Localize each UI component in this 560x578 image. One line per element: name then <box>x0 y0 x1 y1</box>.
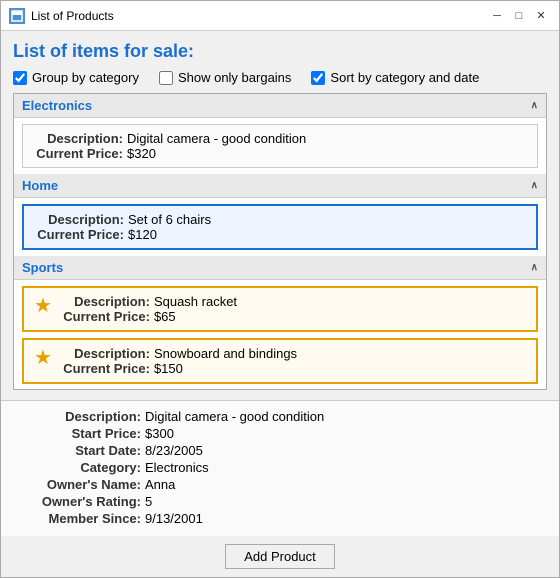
detail-start-date-label: Start Date: <box>41 443 141 458</box>
product-item-inner-squash: ★ Description: Squash racket Current Pri… <box>34 294 526 324</box>
description-label-snowboard: Description: <box>60 346 150 361</box>
price-value-1: $320 <box>127 146 156 161</box>
detail-description-row: Description: Digital camera - good condi… <box>41 409 519 424</box>
collapse-electronics-icon: ∧ <box>531 100 538 111</box>
main-content: List of items for sale: Group by categor… <box>1 31 559 400</box>
price-value-snowboard: $150 <box>154 361 183 376</box>
collapse-home-icon: ∧ <box>531 180 538 191</box>
minimize-button[interactable]: ─ <box>487 6 507 26</box>
group-by-category-checkbox[interactable] <box>13 71 27 85</box>
detail-owners-rating-label: Owner's Rating: <box>41 494 141 509</box>
collapse-sports-icon: ∧ <box>531 262 538 273</box>
category-home: Home ∧ Description: Set of 6 chairs Curr… <box>14 174 546 250</box>
detail-owners-rating-value: 5 <box>145 494 152 509</box>
app-icon <box>9 8 25 24</box>
detail-member-since-label: Member Since: <box>41 511 141 526</box>
filter-bar: Group by category Show only bargains Sor… <box>13 70 547 85</box>
title-bar-left: List of Products <box>9 8 114 24</box>
detail-category-value: Electronics <box>145 460 209 475</box>
detail-description-value: Digital camera - good condition <box>145 409 324 424</box>
category-header-sports[interactable]: Sports ∧ <box>14 256 546 280</box>
add-product-button[interactable]: Add Product <box>225 544 335 569</box>
close-button[interactable]: ✕ <box>531 6 551 26</box>
sort-by-category-date-checkbox[interactable] <box>311 71 325 85</box>
product-details-squash: Description: Squash racket Current Price… <box>60 294 237 324</box>
title-bar-controls: ─ □ ✕ <box>487 6 551 26</box>
price-label-1: Current Price: <box>33 146 123 161</box>
category-header-electronics[interactable]: Electronics ∧ <box>14 94 546 118</box>
product-details-digital-camera: Description: Digital camera - good condi… <box>33 131 306 161</box>
product-item-inner-snowboard: ★ Description: Snowboard and bindings Cu… <box>34 346 526 376</box>
description-label-squash: Description: <box>60 294 150 309</box>
category-name-home: Home <box>22 178 58 193</box>
detail-owners-name-label: Owner's Name: <box>41 477 141 492</box>
detail-category-label: Category: <box>41 460 141 475</box>
price-label-snowboard: Current Price: <box>60 361 150 376</box>
window-title: List of Products <box>31 9 114 23</box>
price-row: Current Price: $320 <box>33 146 306 161</box>
detail-member-since-row: Member Since: 9/13/2001 <box>41 511 519 526</box>
product-details-chairs: Description: Set of 6 chairs Current Pri… <box>34 212 211 242</box>
group-by-category-filter[interactable]: Group by category <box>13 70 139 85</box>
category-sports: Sports ∧ ★ Description: Squash racket Cu… <box>14 256 546 384</box>
detail-start-price-label: Start Price: <box>41 426 141 441</box>
sort-by-category-date-filter[interactable]: Sort by category and date <box>311 70 479 85</box>
description-value-squash: Squash racket <box>154 294 237 309</box>
show-only-bargains-label: Show only bargains <box>178 70 291 85</box>
price-label-squash: Current Price: <box>60 309 150 324</box>
price-value-chairs: $120 <box>128 227 157 242</box>
title-bar: List of Products ─ □ ✕ <box>1 1 559 31</box>
footer: Add Product <box>1 536 559 577</box>
sort-by-category-date-label: Sort by category and date <box>330 70 479 85</box>
price-row-squash: Current Price: $65 <box>60 309 237 324</box>
bargain-star-squash: ★ <box>34 296 52 316</box>
show-only-bargains-filter[interactable]: Show only bargains <box>159 70 291 85</box>
detail-start-price-row: Start Price: $300 <box>41 426 519 441</box>
product-list-area[interactable]: Electronics ∧ Description: Digital camer… <box>13 93 547 390</box>
product-item-inner-home: Description: Set of 6 chairs Current Pri… <box>34 212 526 242</box>
category-name-sports: Sports <box>22 260 63 275</box>
maximize-button[interactable]: □ <box>509 6 529 26</box>
category-name-electronics: Electronics <box>22 98 92 113</box>
product-item-snowboard[interactable]: ★ Description: Snowboard and bindings Cu… <box>22 338 538 384</box>
description-value-1: Digital camera - good condition <box>127 131 306 146</box>
description-value-snowboard: Snowboard and bindings <box>154 346 297 361</box>
detail-description-label: Description: <box>41 409 141 424</box>
category-header-home[interactable]: Home ∧ <box>14 174 546 198</box>
detail-member-since-value: 9/13/2001 <box>145 511 203 526</box>
description-label: Description: <box>33 131 123 146</box>
description-row-snowboard: Description: Snowboard and bindings <box>60 346 297 361</box>
detail-owners-name-value: Anna <box>145 477 175 492</box>
detail-owners-name-row: Owner's Name: Anna <box>41 477 519 492</box>
detail-owners-rating-row: Owner's Rating: 5 <box>41 494 519 509</box>
detail-panel: Description: Digital camera - good condi… <box>1 400 559 536</box>
price-row-snowboard: Current Price: $150 <box>60 361 297 376</box>
page-heading: List of items for sale: <box>13 41 547 62</box>
product-item-digital-camera[interactable]: Description: Digital camera - good condi… <box>22 124 538 168</box>
description-row-chairs: Description: Set of 6 chairs <box>34 212 211 227</box>
product-item-squash[interactable]: ★ Description: Squash racket Current Pri… <box>22 286 538 332</box>
category-electronics: Electronics ∧ Description: Digital camer… <box>14 94 546 168</box>
detail-start-date-row: Start Date: 8/23/2005 <box>41 443 519 458</box>
main-window: List of Products ─ □ ✕ List of items for… <box>0 0 560 578</box>
product-details-snowboard: Description: Snowboard and bindings Curr… <box>60 346 297 376</box>
description-row: Description: Digital camera - good condi… <box>33 131 306 146</box>
description-value-chairs: Set of 6 chairs <box>128 212 211 227</box>
product-item-chairs[interactable]: Description: Set of 6 chairs Current Pri… <box>22 204 538 250</box>
bargain-star-snowboard: ★ <box>34 348 52 368</box>
price-value-squash: $65 <box>154 309 176 324</box>
detail-category-row: Category: Electronics <box>41 460 519 475</box>
description-row-squash: Description: Squash racket <box>60 294 237 309</box>
show-only-bargains-checkbox[interactable] <box>159 71 173 85</box>
price-label-chairs: Current Price: <box>34 227 124 242</box>
description-label-chairs: Description: <box>34 212 124 227</box>
group-by-category-label: Group by category <box>32 70 139 85</box>
detail-start-date-value: 8/23/2005 <box>145 443 203 458</box>
price-row-chairs: Current Price: $120 <box>34 227 211 242</box>
product-item-inner: Description: Digital camera - good condi… <box>33 131 527 161</box>
detail-start-price-value: $300 <box>145 426 174 441</box>
